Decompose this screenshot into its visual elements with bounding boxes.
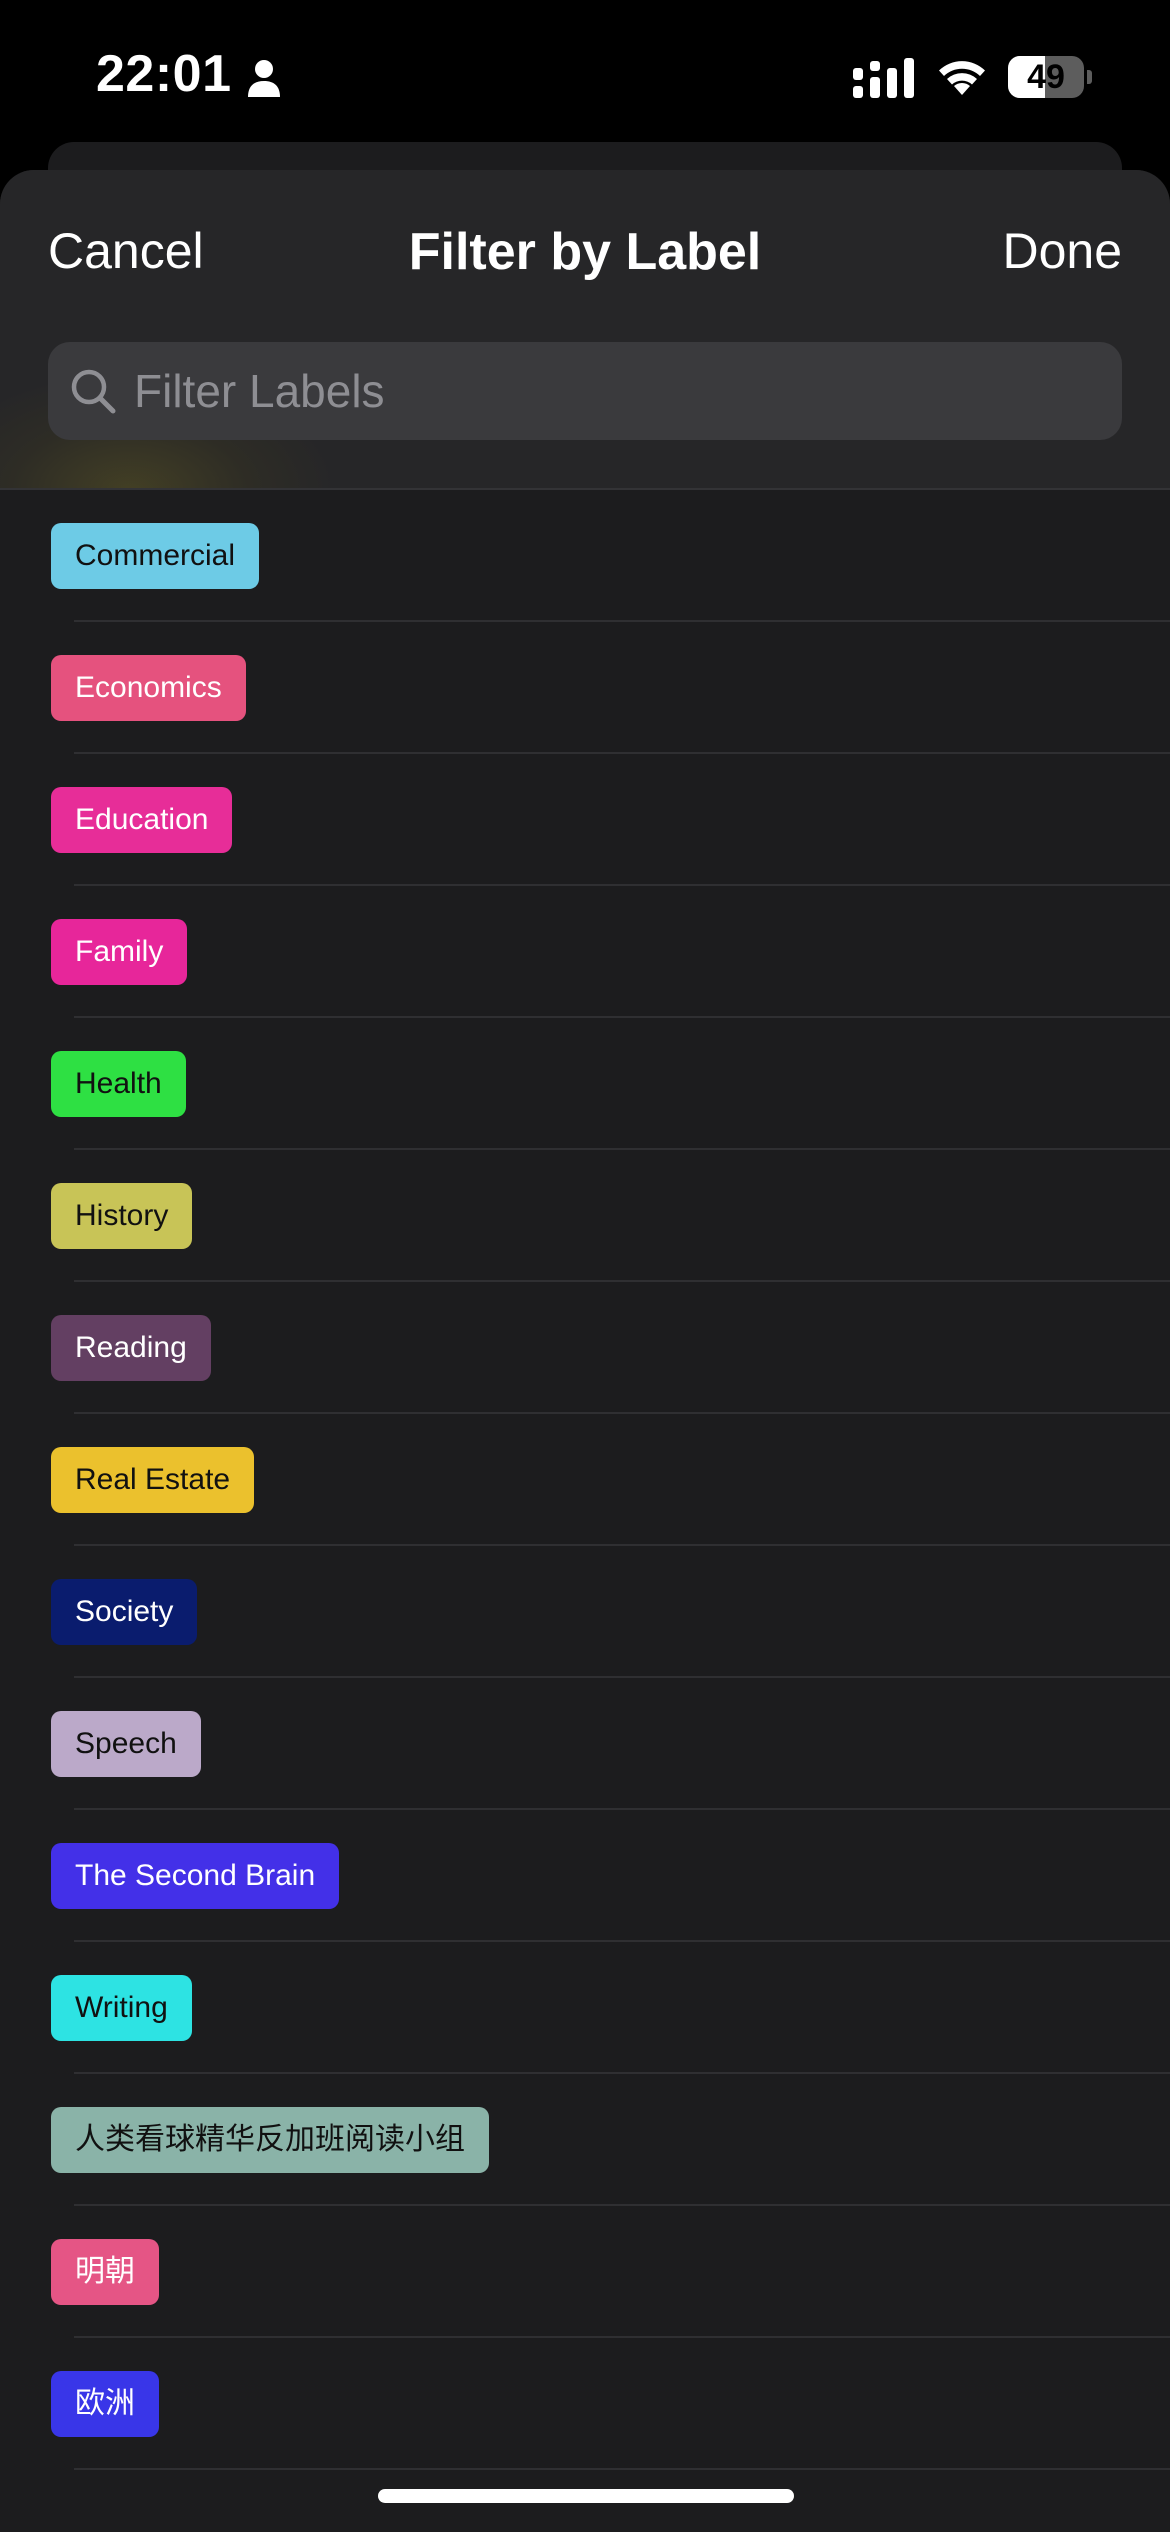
label-chip: 人类看球精华反加班阅读小组 [51,2107,489,2173]
label-row[interactable]: Economics [0,622,1170,754]
label-row[interactable]: Education [0,754,1170,886]
home-indicator [378,2489,794,2503]
sheet-header: Cancel Filter by Label Done [0,170,1170,490]
filter-sheet: Cancel Filter by Label Done Commercial Ec… [0,170,1170,2532]
person-icon [248,60,280,97]
search-bar[interactable] [48,342,1122,440]
label-chip: Education [51,787,233,853]
label-row[interactable]: History [0,1150,1170,1282]
label-row[interactable]: 人类看球精华反加班阅读小组 [0,2074,1170,2206]
status-time: 22:01 [96,45,232,103]
label-row[interactable]: Society [0,1546,1170,1678]
battery-tip [1087,70,1092,84]
search-icon [71,369,116,414]
label-row[interactable]: Reading [0,1282,1170,1414]
label-row[interactable]: Real Estate [0,1414,1170,1546]
label-row[interactable]: 明朝 [0,2206,1170,2338]
label-chip: 欧洲 [51,2371,159,2437]
label-chip: Family [51,919,188,985]
label-row[interactable]: The Second Brain [0,1810,1170,1942]
label-row[interactable]: Writing [0,1942,1170,2074]
label-chip: The Second Brain [51,1843,340,1909]
search-input[interactable] [134,342,1094,440]
cancel-button[interactable]: Cancel [48,222,204,280]
label-row[interactable]: 欧洲 [0,2338,1170,2470]
label-chip: Real Estate [51,1447,255,1513]
battery-level: 49 [1027,58,1065,96]
battery-icon: 49 [1008,56,1092,98]
done-button[interactable]: Done [1002,222,1122,280]
label-chip: 明朝 [51,2239,159,2305]
label-row[interactable]: Commercial [0,490,1170,622]
label-chip: Economics [51,655,246,721]
label-chip: Health [51,1051,186,1117]
label-chip: Reading [51,1315,211,1381]
label-chip: Society [51,1579,198,1645]
label-chip: Commercial [51,523,260,589]
label-chip: Speech [51,1711,201,1777]
label-chip: Writing [51,1975,192,2041]
wifi-icon [939,61,985,95]
label-list: Commercial Economics Education Family Health… [0,490,1170,2470]
label-row[interactable]: Health [0,1018,1170,1150]
label-chip: History [51,1183,193,1249]
label-row[interactable]: Family [0,886,1170,1018]
label-row[interactable]: Speech [0,1678,1170,1810]
status-bar: 22:01 49 [0,0,1170,150]
signal-icon [853,58,914,98]
battery-body: 49 [1008,56,1084,98]
